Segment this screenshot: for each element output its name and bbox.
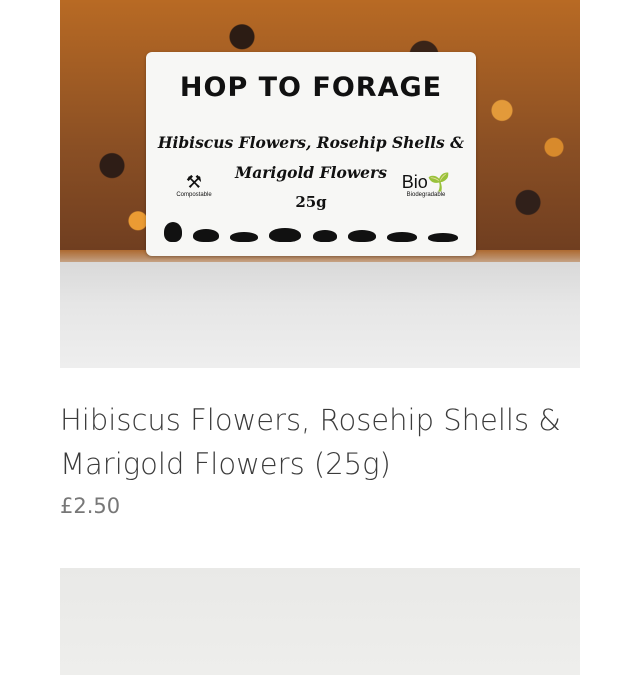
product-image[interactable]: HOP TO FORAGE Hibiscus Flowers, Rosehip … (60, 0, 580, 368)
product-title[interactable]: Hibiscus Flowers, Rosehip Shells & Marig… (60, 398, 580, 486)
brand-logo-text: HOP TO FORAGE (179, 72, 443, 103)
product-label: HOP TO FORAGE Hibiscus Flowers, Rosehip … (146, 52, 476, 256)
product-price: £2.50 (60, 494, 121, 518)
shovel-icon: ⚒ (185, 172, 203, 192)
guinea-pig-icon (193, 229, 220, 242)
animal-silhouettes (164, 218, 458, 242)
biodegradable-badge: Bio🌱 Biodegradable (400, 172, 452, 198)
rat-icon (230, 232, 259, 242)
bio-mark-text: Bio (401, 172, 428, 192)
label-name-line1: Hibiscus Flowers, Rosehip Shells & (157, 133, 465, 152)
hamster-icon (312, 230, 337, 242)
mouse-icon (386, 232, 417, 242)
next-product-image[interactable] (60, 568, 580, 675)
bio-leaf-icon: Bio🌱 (401, 172, 451, 192)
biodegradable-text: Biodegradable (406, 192, 446, 198)
chinchilla-icon (269, 228, 302, 242)
degu-icon (347, 230, 376, 242)
rabbit-icon (164, 222, 182, 242)
gerbil-icon (427, 233, 458, 242)
bag-empty-area (60, 262, 580, 368)
